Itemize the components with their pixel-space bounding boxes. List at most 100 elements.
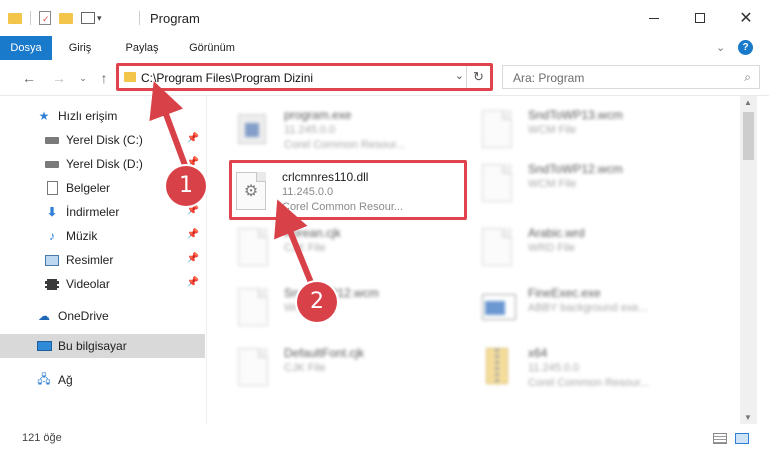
pin-icon[interactable]: 📌 xyxy=(187,229,199,240)
file-icon xyxy=(238,288,270,328)
file-description: ABBY background exe... xyxy=(528,302,648,314)
tab-dosya[interactable]: Dosya xyxy=(0,36,52,60)
file-version: 11.245.0.0 xyxy=(528,362,580,374)
properties-icon[interactable]: ✓ xyxy=(39,11,51,25)
chevron-down-icon[interactable]: ▾ xyxy=(97,13,102,24)
title-bar: ✓ ▾ Program ✕ xyxy=(0,0,769,36)
vertical-scrollbar[interactable]: ▲ ▼ xyxy=(740,96,757,424)
file-name: DefaultFont.cjk xyxy=(284,346,365,360)
item-count: 121 öğe xyxy=(22,432,62,444)
file-highlight xyxy=(229,160,467,220)
maximize-button[interactable] xyxy=(677,0,723,36)
network-icon: 🖧 xyxy=(37,371,51,386)
sidebar-item-pictures[interactable]: Resimler 📌 xyxy=(0,248,205,272)
sidebar-item-downloads[interactable]: ⬇ İndirmeler 📌 xyxy=(0,200,205,224)
sidebar-item-label: İndirmeler xyxy=(66,205,120,219)
minimize-button[interactable] xyxy=(631,0,677,36)
file-icon xyxy=(482,110,514,150)
file-item[interactable]: SndToWP12.wcm WCM File xyxy=(234,280,464,336)
pin-icon[interactable]: 📌 xyxy=(187,277,199,288)
file-description: Corel Common Resour... xyxy=(284,139,406,151)
pin-icon[interactable]: 📌 xyxy=(187,133,199,144)
callout-badge-2: 2 xyxy=(297,282,337,322)
file-icon xyxy=(482,164,514,204)
close-icon: ✕ xyxy=(739,10,753,27)
ribbon-expand-icon[interactable]: ⌄ xyxy=(716,41,725,54)
sidebar-item-local-disk-c[interactable]: Yerel Disk (C:) 📌 xyxy=(0,128,205,152)
close-button[interactable]: ✕ xyxy=(723,0,769,36)
search-input[interactable]: Ara: Program ⌕ xyxy=(502,65,760,89)
sidebar-item-label: OneDrive xyxy=(58,309,109,323)
file-name: program.exe xyxy=(284,108,352,122)
sidebar-item-onedrive[interactable]: ☁ OneDrive xyxy=(0,304,205,328)
details-view-icon[interactable] xyxy=(713,433,727,444)
scrollbar-thumb[interactable] xyxy=(743,112,754,160)
sidebar-item-music[interactable]: ♪ Müzik 📌 xyxy=(0,224,205,248)
divider xyxy=(139,11,140,25)
forward-arrow-icon[interactable]: → xyxy=(50,69,68,87)
sidebar-item-videos[interactable]: Videolar 📌 xyxy=(0,272,205,296)
up-arrow-icon[interactable]: ↑ xyxy=(95,69,113,87)
cloud-icon: ☁ xyxy=(38,309,50,323)
navigation-pane: ★ Hızlı erişim Yerel Disk (C:) 📌 Yerel D… xyxy=(0,96,207,424)
file-name: SndToWP13.wcm xyxy=(528,108,623,122)
sidebar-item-network[interactable]: 🖧 Ağ xyxy=(0,368,205,392)
maximize-icon xyxy=(695,13,705,23)
view-options-icon[interactable] xyxy=(81,12,95,24)
file-item[interactable]: program.exe 11.245.0.0 Corel Common Reso… xyxy=(234,102,464,158)
star-icon: ★ xyxy=(38,109,50,123)
videos-icon xyxy=(44,276,60,292)
file-item[interactable]: FineExec.exe ABBY background exe... xyxy=(478,280,708,336)
sidebar-item-label: Yerel Disk (C:) xyxy=(66,133,143,147)
file-list: program.exe 11.245.0.0 Corel Common Reso… xyxy=(208,96,740,410)
zipper-file-icon xyxy=(482,348,514,388)
file-item[interactable]: Korean.cjk CJK File xyxy=(234,220,464,276)
file-icon xyxy=(238,228,270,268)
file-name: FineExec.exe xyxy=(528,286,601,300)
scroll-down-icon[interactable]: ▼ xyxy=(744,413,752,422)
address-bar-highlight xyxy=(116,63,493,91)
scroll-up-icon[interactable]: ▲ xyxy=(744,98,752,107)
download-icon: ⬇ xyxy=(46,205,58,219)
file-item[interactable]: Arabic.wrd WRD File xyxy=(478,220,708,276)
callout-badge-1: 1 xyxy=(166,166,206,206)
recent-locations-icon[interactable]: ⌄ xyxy=(74,69,92,87)
file-description: Corel Common Resour... xyxy=(528,377,650,389)
back-arrow-icon[interactable]: ← xyxy=(20,69,38,87)
file-version: 11.245.0.0 xyxy=(284,124,336,136)
large-icons-view-icon[interactable] xyxy=(735,433,749,444)
file-item[interactable]: SndToWP13.wcm WCM File xyxy=(478,102,708,158)
sidebar-item-label: Ağ xyxy=(58,373,73,387)
drive-icon xyxy=(44,156,60,172)
folder-icon[interactable] xyxy=(8,12,22,24)
sidebar-item-quick-access[interactable]: ★ Hızlı erişim xyxy=(0,104,205,128)
file-icon xyxy=(238,348,270,388)
divider xyxy=(30,11,31,25)
file-name: Arabic.wrd xyxy=(528,226,585,240)
search-placeholder: Ara: Program xyxy=(513,71,585,85)
pictures-icon xyxy=(44,252,60,268)
pin-icon[interactable]: 📌 xyxy=(187,253,199,264)
pin-icon[interactable]: 📌 xyxy=(187,205,199,216)
drive-icon xyxy=(44,132,60,148)
sidebar-item-label: Bu bilgisayar xyxy=(58,339,127,353)
file-item[interactable]: DefaultFont.cjk CJK File xyxy=(234,340,464,396)
ribbon-tabs: Dosya Giriş Paylaş Görünüm ⌄ ? xyxy=(0,36,769,60)
window-title: Program xyxy=(150,11,200,26)
tab-gorunum[interactable]: Görünüm xyxy=(180,36,244,60)
computer-icon xyxy=(36,338,52,354)
file-name: x64 xyxy=(528,346,548,360)
tab-paylas[interactable]: Paylaş xyxy=(114,36,170,60)
exe-file-icon xyxy=(238,110,270,150)
new-folder-icon[interactable] xyxy=(59,12,73,24)
sidebar-item-label: Videolar xyxy=(66,277,110,291)
exe-file-icon xyxy=(482,288,516,328)
sidebar-item-this-pc[interactable]: Bu bilgisayar xyxy=(0,334,205,358)
file-item[interactable]: x64 11.245.0.0 Corel Common Resour... xyxy=(478,340,708,396)
sidebar-item-label: Hızlı erişim xyxy=(58,109,118,123)
help-icon[interactable]: ? xyxy=(738,40,753,55)
tab-giris[interactable]: Giriş xyxy=(56,36,104,60)
file-item[interactable]: SndToWP12.wcm WCM File xyxy=(478,156,708,212)
quick-access-toolbar: ✓ ▾ xyxy=(8,8,102,28)
file-type: WCM File xyxy=(528,178,577,190)
